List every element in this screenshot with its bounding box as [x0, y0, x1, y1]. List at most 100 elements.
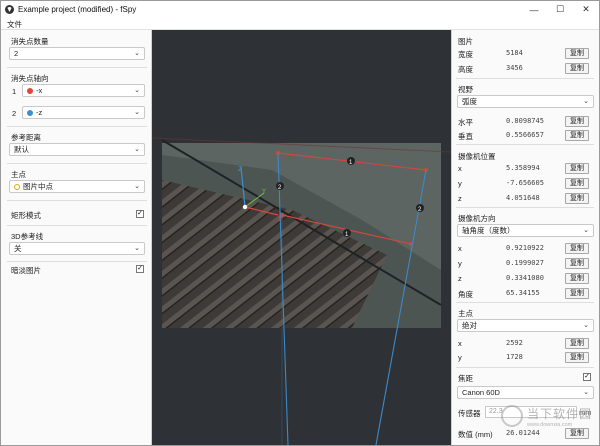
- principal-point-select[interactable]: 图片中点 ⌄: [9, 180, 145, 193]
- guide-select[interactable]: 关 ⌄: [9, 242, 145, 255]
- gizmo-x-label: X: [278, 217, 282, 223]
- copy-button[interactable]: 复制: [565, 338, 589, 349]
- copy-button[interactable]: 复制: [565, 273, 589, 284]
- vp-count-select[interactable]: 2 ⌄: [9, 47, 145, 60]
- divider: [456, 144, 594, 145]
- background-photo: [152, 137, 451, 328]
- chevron-down-icon: ⌄: [583, 389, 589, 396]
- watermark-en: www.downxia.com: [527, 421, 573, 428]
- copy-button[interactable]: 复制: [565, 352, 589, 363]
- red-dot-icon: [27, 87, 33, 94]
- copy-button[interactable]: 复制: [565, 258, 589, 269]
- pp-y-value: 1728: [506, 353, 523, 361]
- copy-button[interactable]: 复制: [565, 178, 589, 189]
- chevron-down-icon: ⌄: [583, 227, 589, 234]
- chevron-down-icon: ⌄: [134, 245, 140, 252]
- chevron-down-icon: ⌄: [583, 322, 589, 329]
- chevron-down-icon: ⌄: [134, 183, 140, 190]
- orientation-mode-select[interactable]: 轴角度（度数） ⌄: [457, 224, 594, 237]
- dim-image-checkbox[interactable]: ✓: [136, 265, 144, 273]
- site-watermark: 当下软件园 www.downxia.com: [501, 401, 599, 431]
- orient-y-value: 0.1999027: [506, 259, 544, 267]
- maximize-icon[interactable]: ☐: [547, 1, 573, 18]
- copy-button[interactable]: 复制: [565, 130, 589, 141]
- watermark-text: 当下软件园 www.downxia.com: [527, 405, 592, 428]
- rect-mode-checkbox[interactable]: ✓: [136, 210, 144, 218]
- orient-z-label: z: [458, 274, 462, 283]
- rect-mode-label: 矩形模式: [11, 211, 41, 220]
- divider: [7, 67, 147, 68]
- pos-y-value: -7.656605: [506, 179, 544, 187]
- chevron-down-icon: ⌄: [134, 50, 140, 57]
- ref-distance-select[interactable]: 默认 ⌄: [9, 143, 145, 156]
- width-value: 5184: [506, 49, 523, 57]
- vp-count-value: 2: [14, 49, 19, 58]
- divider: [456, 78, 594, 79]
- angle-value: 65.34155: [506, 289, 540, 297]
- angle-label: 角度: [458, 290, 473, 299]
- ref-distance-value: 默认: [14, 145, 29, 154]
- close-icon[interactable]: ✕: [573, 1, 599, 18]
- horizontal-label: 水平: [458, 118, 473, 127]
- principal-point-label: 主点: [11, 170, 26, 179]
- height-label: 高度: [458, 65, 473, 74]
- camera-orientation-header: 摄像机方向: [458, 214, 496, 223]
- chevron-down-icon: ⌄: [134, 146, 140, 153]
- orientation-mode-value: 轴角度（度数）: [462, 226, 515, 235]
- copy-button[interactable]: 复制: [565, 163, 589, 174]
- camera-position-header: 摄像机位置: [458, 152, 496, 161]
- pos-x-value: 5.358994: [506, 164, 540, 172]
- orient-y-label: y: [458, 259, 462, 268]
- pp-x-label: x: [458, 339, 462, 348]
- divider: [7, 225, 147, 226]
- divider: [456, 207, 594, 208]
- principal-point-value: 图片中点: [23, 182, 53, 191]
- right-results-panel: 图片 宽度 5184 复制 高度 3456 复制 视野 弧度 ⌄ 水平 0.80…: [451, 30, 599, 445]
- principal-point-icon[interactable]: [242, 204, 248, 210]
- fspy-logo-icon: [5, 5, 14, 14]
- divider: [7, 261, 147, 262]
- copy-button[interactable]: 复制: [565, 288, 589, 299]
- app-window: Example project (modified) - fSpy — ☐ ✕ …: [0, 0, 600, 446]
- axis2-select[interactable]: -z ⌄: [22, 106, 145, 119]
- vertical-label: 垂直: [458, 132, 473, 141]
- divider: [7, 126, 147, 127]
- copy-button[interactable]: 复制: [565, 193, 589, 204]
- pp-mode-select[interactable]: 绝对 ⌄: [457, 319, 594, 332]
- vp-count-label: 消失点数量: [11, 37, 49, 46]
- axis1-select[interactable]: -x ⌄: [22, 84, 145, 97]
- vp-axes-label: 消失点轴向: [11, 74, 49, 83]
- divider: [456, 302, 594, 303]
- pos-y-label: y: [458, 179, 462, 188]
- camera-preset-select[interactable]: Canon 60D ⌄: [457, 386, 594, 399]
- focal-length-checkbox[interactable]: ✓: [583, 373, 591, 381]
- fov-header: 视野: [458, 85, 473, 94]
- copy-button[interactable]: 复制: [565, 243, 589, 254]
- axis1-index: 1: [12, 87, 17, 96]
- width-label: 宽度: [458, 50, 473, 59]
- fov-unit-value: 弧度: [462, 97, 477, 106]
- gizmo-z-label: Z: [238, 166, 243, 173]
- menu-file[interactable]: 文件: [7, 19, 22, 30]
- sensor-label: 传感器: [458, 409, 481, 418]
- image-viewport[interactable]: Z Y X 1 1 2 2: [152, 30, 451, 445]
- copy-button[interactable]: 复制: [565, 116, 589, 127]
- camera-preset-value: Canon 60D: [462, 388, 500, 397]
- focal-length-header: 焦距: [458, 374, 473, 383]
- divider: [7, 163, 147, 164]
- window-controls: — ☐ ✕: [521, 1, 599, 18]
- orient-z-value: 0.3341080: [506, 274, 544, 282]
- pos-z-value: 4.051648: [506, 194, 540, 202]
- pos-x-label: x: [458, 164, 462, 173]
- vertical-value: 0.5566657: [506, 131, 544, 139]
- orient-x-value: 0.9210922: [506, 244, 544, 252]
- blue-dot-icon: [27, 109, 33, 116]
- copy-button[interactable]: 复制: [565, 48, 589, 59]
- guide-label: 3D参考线: [11, 232, 44, 241]
- pos-z-label: z: [458, 194, 462, 203]
- fov-unit-select[interactable]: 弧度 ⌄: [457, 95, 594, 108]
- window-title: Example project (modified) - fSpy: [18, 5, 137, 14]
- minimize-icon[interactable]: —: [521, 1, 547, 18]
- axis1-value: -x: [36, 86, 43, 95]
- copy-button[interactable]: 复制: [565, 63, 589, 74]
